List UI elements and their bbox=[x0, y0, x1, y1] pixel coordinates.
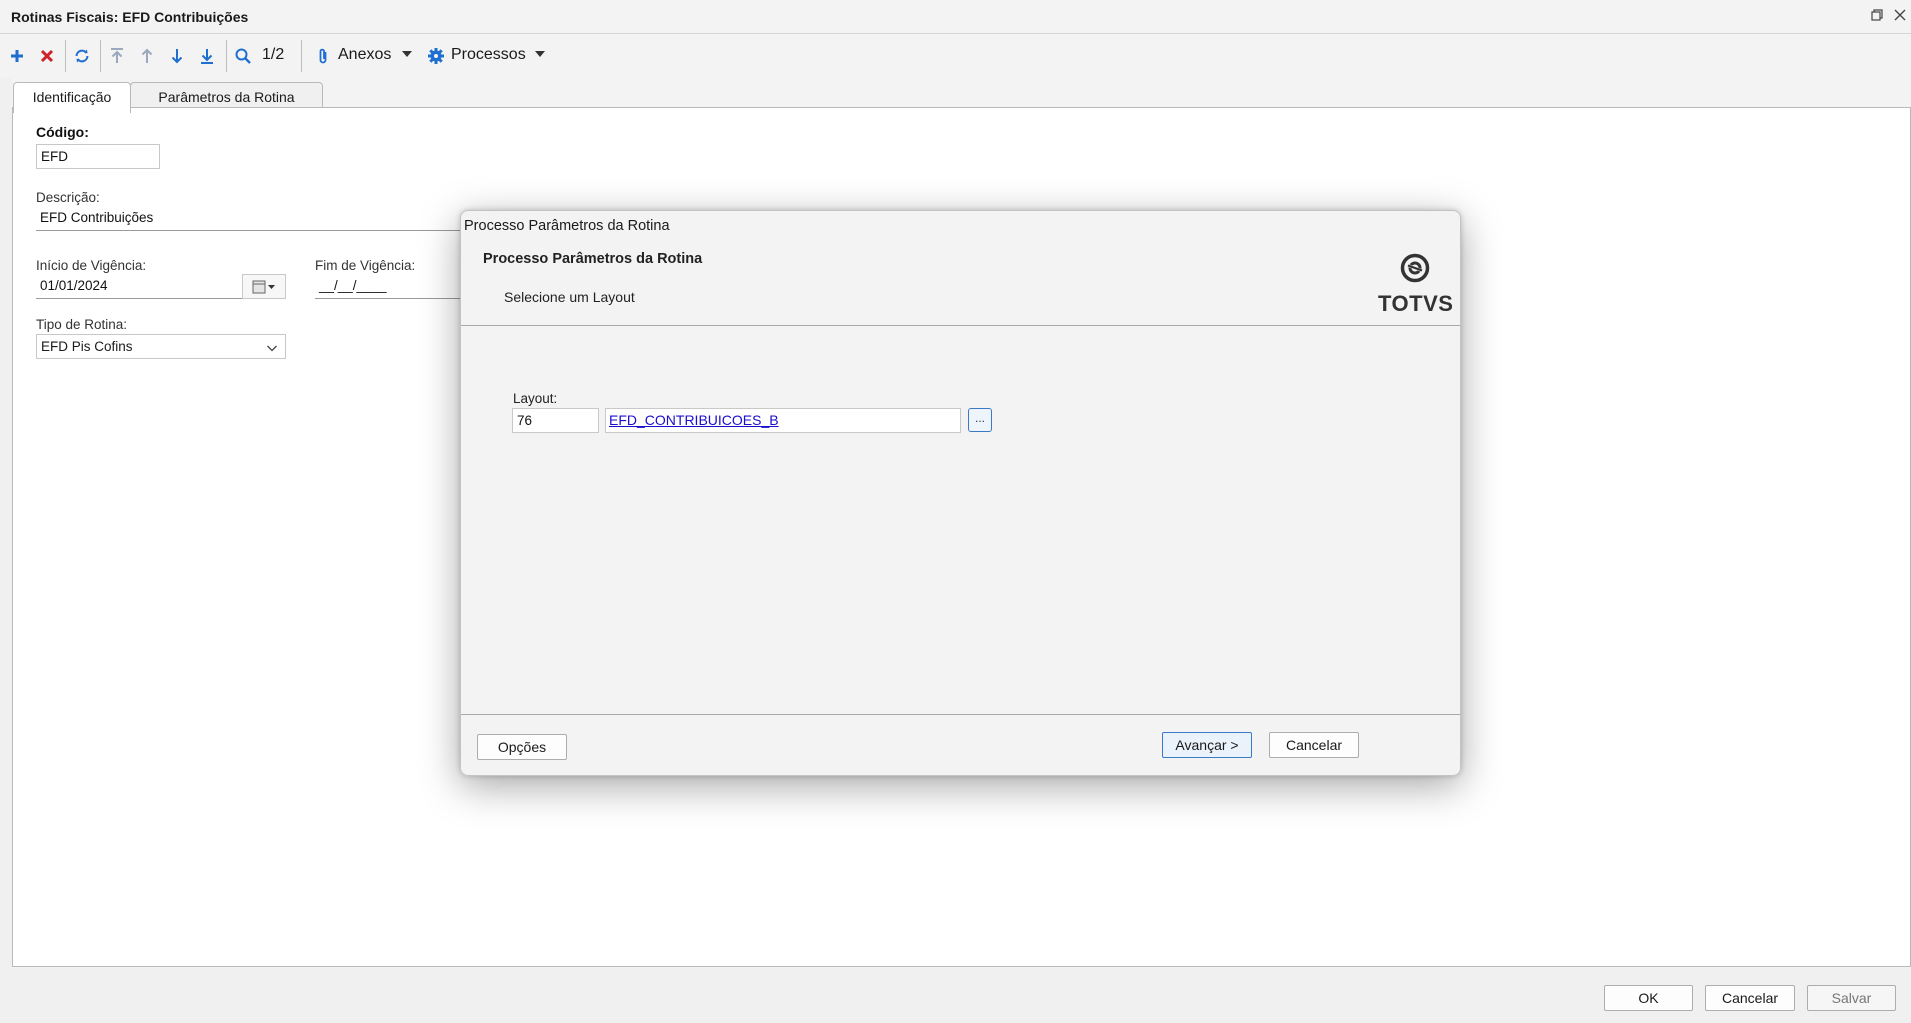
process-dialog: Processo Parâmetros da Rotina Processo P… bbox=[460, 210, 1461, 776]
window-title-bar: Rotinas Fiscais: EFD Contribuições bbox=[0, 0, 1911, 34]
first-record-icon bbox=[111, 48, 123, 63]
layout-code-field[interactable]: 76 bbox=[512, 408, 599, 433]
totvs-logo-icon bbox=[1400, 253, 1430, 283]
attachments-button[interactable] bbox=[310, 43, 336, 69]
toolbar-separator bbox=[226, 40, 227, 72]
dialog-subtitle: Selecione um Layout bbox=[504, 289, 635, 305]
dialog-footer-divider bbox=[461, 714, 1460, 715]
cancel-button[interactable]: Cancelar bbox=[1705, 985, 1795, 1011]
first-record-button[interactable] bbox=[104, 43, 130, 69]
delete-icon bbox=[40, 49, 54, 63]
gear-icon bbox=[428, 48, 444, 64]
calendar-icon bbox=[252, 280, 275, 293]
tipo-rotina-select[interactable]: EFD Pis Cofins bbox=[36, 334, 286, 359]
toolbar: 1/2 Anexos Processos bbox=[0, 34, 1911, 78]
tipo-rotina-value: EFD Pis Cofins bbox=[41, 339, 133, 354]
paperclip-icon bbox=[319, 48, 327, 64]
last-record-icon bbox=[201, 49, 213, 64]
refresh-icon bbox=[75, 49, 89, 63]
restore-icon[interactable] bbox=[1868, 8, 1886, 26]
close-icon[interactable] bbox=[1891, 8, 1909, 26]
bottom-bar: OK Cancelar Salvar bbox=[0, 968, 1911, 1023]
inicio-vigencia-field[interactable]: 01/01/2024 bbox=[36, 274, 242, 299]
toolbar-separator bbox=[301, 40, 302, 72]
ok-button[interactable]: OK bbox=[1604, 985, 1693, 1011]
search-icon bbox=[235, 48, 251, 64]
save-button[interactable]: Salvar bbox=[1807, 985, 1896, 1011]
delete-button[interactable] bbox=[34, 43, 60, 69]
processes-dropdown-icon[interactable] bbox=[535, 51, 545, 57]
descricao-field[interactable]: EFD Contribuições bbox=[36, 206, 476, 231]
codigo-label: Código: bbox=[36, 124, 89, 140]
fim-vigencia-label: Fim de Vigência: bbox=[315, 258, 416, 273]
arrow-up-icon bbox=[141, 48, 153, 63]
dialog-cancel-button[interactable]: Cancelar bbox=[1269, 732, 1359, 758]
descricao-label: Descrição: bbox=[36, 190, 100, 205]
attachments-label[interactable]: Anexos bbox=[338, 46, 391, 64]
dialog-header-divider bbox=[461, 325, 1460, 326]
toolbar-separator bbox=[65, 40, 66, 72]
refresh-button[interactable] bbox=[69, 43, 95, 69]
processes-label[interactable]: Processos bbox=[451, 46, 526, 64]
previous-record-button[interactable] bbox=[134, 43, 160, 69]
fim-vigencia-field[interactable]: __/__/____ bbox=[315, 274, 465, 299]
options-button[interactable]: Opções bbox=[477, 734, 567, 760]
toolbar-separator bbox=[100, 40, 101, 72]
add-button[interactable] bbox=[4, 43, 30, 69]
next-button[interactable]: Avançar > bbox=[1162, 732, 1252, 758]
dialog-heading: Processo Parâmetros da Rotina bbox=[483, 251, 703, 267]
layout-label: Layout: bbox=[513, 391, 558, 406]
dialog-window-title: Processo Parâmetros da Rotina bbox=[464, 218, 670, 234]
last-record-button[interactable] bbox=[194, 43, 220, 69]
arrow-down-icon bbox=[171, 49, 183, 64]
attachments-dropdown-icon[interactable] bbox=[402, 51, 412, 57]
chevron-down-icon bbox=[266, 339, 278, 362]
next-record-button[interactable] bbox=[164, 43, 190, 69]
layout-name-field[interactable]: EFD_CONTRIBUICOES_B bbox=[605, 408, 961, 433]
totvs-logo-text: TOTVS bbox=[1378, 291, 1454, 316]
layout-lookup-button[interactable]: ... bbox=[968, 408, 992, 432]
record-position: 1/2 bbox=[262, 46, 285, 63]
tipo-rotina-label: Tipo de Rotina: bbox=[36, 317, 128, 332]
tab-identificacao[interactable]: Identificação bbox=[13, 82, 131, 113]
processes-button[interactable] bbox=[423, 43, 449, 69]
codigo-field[interactable]: EFD bbox=[36, 144, 160, 169]
plus-icon bbox=[11, 50, 23, 62]
inicio-vigencia-label: Início de Vigência: bbox=[36, 258, 147, 273]
calendar-button[interactable] bbox=[242, 274, 286, 299]
totvs-logo: TOTVS bbox=[1378, 253, 1454, 319]
window-title: Rotinas Fiscais: EFD Contribuições bbox=[11, 9, 249, 25]
search-button[interactable] bbox=[230, 43, 256, 69]
